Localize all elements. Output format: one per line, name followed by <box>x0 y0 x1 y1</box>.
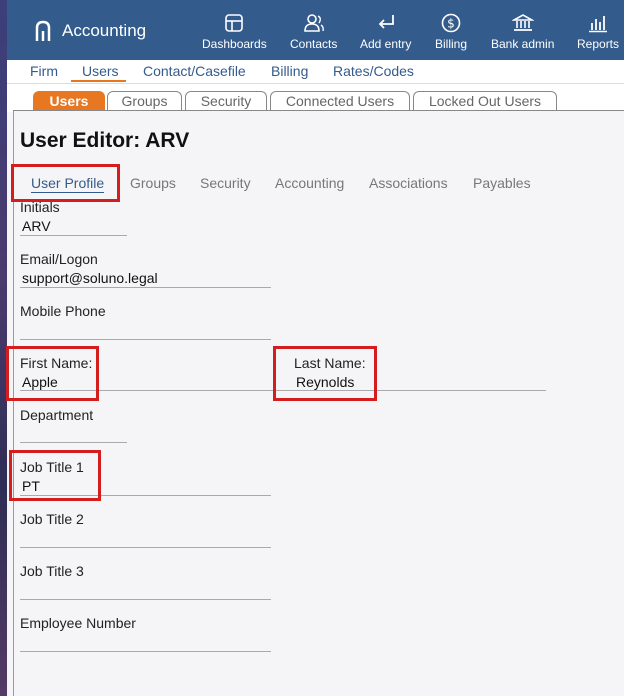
subnav-users[interactable]: Users <box>71 63 126 82</box>
nav-label: Billing <box>435 37 468 51</box>
sub-navigation: Firm Users Contact/Casefile Billing Rate… <box>7 60 624 84</box>
profile-tab-associations[interactable]: Associations <box>369 175 448 191</box>
nav-label: Add entry <box>360 37 412 51</box>
profile-tab-security[interactable]: Security <box>200 175 251 191</box>
tab-users[interactable]: Users <box>33 91 105 111</box>
brand[interactable]: Accounting <box>34 20 146 42</box>
add-entry-icon <box>378 15 394 29</box>
profile-tab-groups[interactable]: Groups <box>130 175 176 191</box>
initials-underline <box>20 235 127 236</box>
job-title-3-label: Job Title 3 <box>20 563 84 579</box>
nav-contacts[interactable]: Contacts <box>290 12 337 51</box>
bank-icon <box>511 14 534 31</box>
nav-reports[interactable]: Reports <box>577 12 619 51</box>
subnav-firm[interactable]: Firm <box>30 63 58 79</box>
job-title-2-underline <box>20 547 271 548</box>
nav-label: Dashboards <box>202 37 267 51</box>
email-field[interactable]: support@soluno.legal <box>22 270 158 286</box>
employee-number-label: Employee Number <box>20 615 136 631</box>
job-title-2-label: Job Title 2 <box>20 511 84 527</box>
nav-bank-admin[interactable]: Bank admin <box>491 12 554 51</box>
mobile-phone-underline <box>20 339 271 340</box>
nav-dashboards[interactable]: Dashboards <box>202 12 267 51</box>
top-navigation-bar: Accounting Dashboards Contacts Add entry… <box>7 0 624 60</box>
subnav-billing[interactable]: Billing <box>271 63 308 79</box>
dashboard-icon <box>225 14 244 32</box>
highlight-box-last-name <box>273 346 377 401</box>
mobile-phone-label: Mobile Phone <box>20 303 106 319</box>
contacts-icon <box>303 14 324 32</box>
nav-billing[interactable]: $ Billing <box>435 12 467 51</box>
highlight-box-job-title-1 <box>9 450 101 501</box>
profile-tab-payables[interactable]: Payables <box>473 175 531 191</box>
highlight-box-user-profile <box>11 164 120 202</box>
tab-security[interactable]: Security <box>185 91 267 111</box>
page-title: User Editor: ARV <box>20 129 190 152</box>
initials-field[interactable]: ARV <box>22 218 51 234</box>
email-label: Email/Logon <box>20 251 98 267</box>
app-logo-icon <box>35 20 51 41</box>
nav-label: Bank admin <box>491 37 555 51</box>
subnav-rates-codes[interactable]: Rates/Codes <box>333 63 414 79</box>
highlight-box-first-name <box>6 346 99 401</box>
nav-add-entry[interactable]: Add entry <box>360 12 411 51</box>
department-underline <box>20 442 127 443</box>
job-title-3-underline <box>20 599 271 600</box>
tab-locked-out-users[interactable]: Locked Out Users <box>413 91 557 111</box>
nav-label: Reports <box>577 37 620 51</box>
subnav-contact-casefile[interactable]: Contact/Casefile <box>143 63 246 79</box>
department-label: Department <box>20 407 94 423</box>
email-underline <box>20 287 271 288</box>
tab-groups[interactable]: Groups <box>107 91 182 111</box>
profile-tab-accounting[interactable]: Accounting <box>275 175 344 191</box>
reports-icon <box>589 16 608 33</box>
admin-tab-strip: Users Groups Security Connected Users Lo… <box>7 84 624 112</box>
app-name: Accounting <box>62 21 147 40</box>
tab-connected-users[interactable]: Connected Users <box>270 91 410 111</box>
employee-number-underline <box>20 651 271 652</box>
nav-label: Contacts <box>290 37 338 51</box>
billing-icon: $ <box>441 13 461 33</box>
svg-text:$: $ <box>447 17 455 31</box>
